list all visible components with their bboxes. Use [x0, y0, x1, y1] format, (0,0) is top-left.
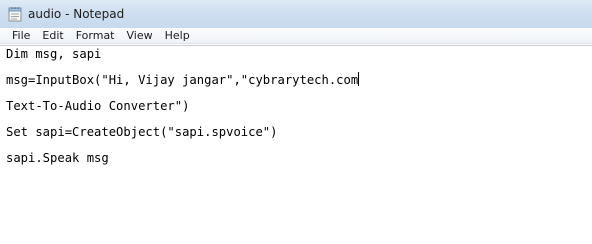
editor-line-1-text: Dim msg, sapi [6, 47, 102, 61]
editor-line-5-text: sapi.Speak msg [6, 151, 109, 165]
menu-file[interactable]: File [6, 28, 36, 44]
menu-edit[interactable]: Edit [36, 28, 69, 44]
editor-line-4-text: Set sapi=CreateObject("sapi.spvoice") [6, 125, 278, 139]
notepad-icon[interactable] [8, 6, 22, 22]
text-editor[interactable]: Dim msg, sapi msg=InputBox("Hi, Vijay ja… [0, 45, 592, 244]
editor-line-2-text: msg=InputBox("Hi, Vijay jangar","cybrary… [6, 73, 359, 87]
window-title: audio - Notepad [28, 7, 125, 21]
menu-format[interactable]: Format [70, 28, 121, 44]
notepad-window: audio - Notepad File Edit Format View He… [0, 0, 592, 244]
menu-view[interactable]: View [121, 28, 159, 44]
editor-line-1: Dim msg, sapi [6, 46, 101, 62]
editor-line-4: Set sapi=CreateObject("sapi.spvoice") [6, 124, 278, 140]
editor-line-5: sapi.Speak msg [6, 150, 109, 166]
menu-help[interactable]: Help [159, 28, 196, 44]
menu-bar: File Edit Format View Help [0, 28, 592, 44]
editor-line-2: msg=InputBox("Hi, Vijay jangar","cybrary… [6, 72, 360, 88]
editor-line-3-text: Text-To-Audio Converter") [6, 99, 190, 113]
title-bar[interactable]: audio - Notepad [0, 0, 592, 28]
editor-line-3: Text-To-Audio Converter") [6, 98, 189, 114]
text-caret [358, 72, 360, 86]
